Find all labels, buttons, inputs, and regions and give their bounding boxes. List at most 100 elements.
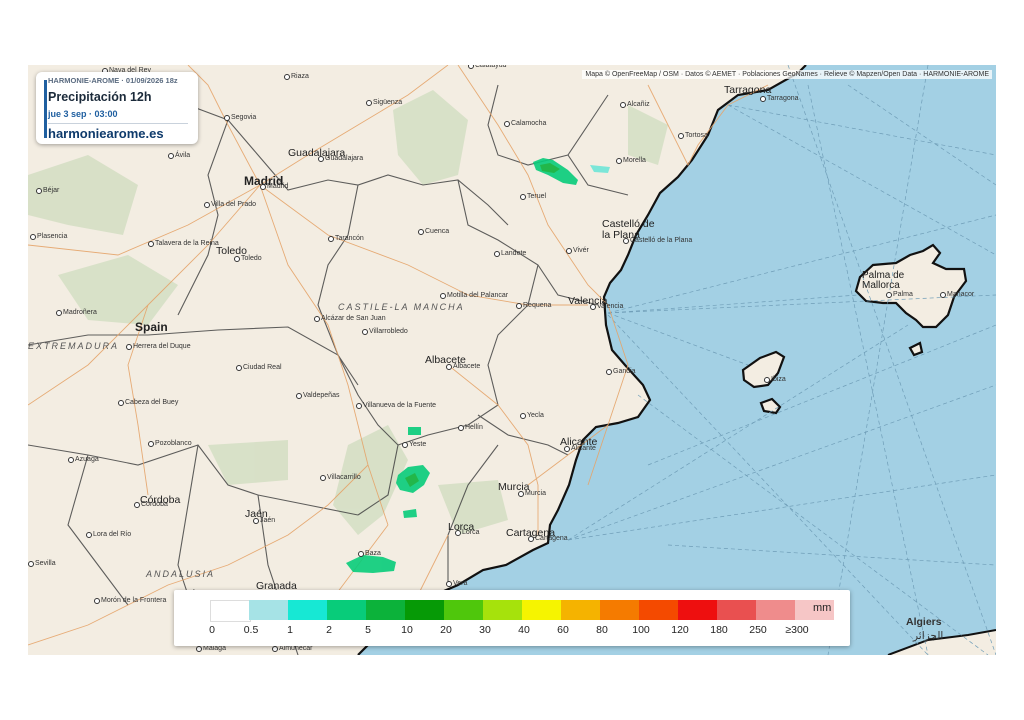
model-run: HARMONIE-AROME · 01/09/2026 18z <box>48 76 178 85</box>
town-label: Herrera del Duque <box>133 343 191 350</box>
town-label: Requena <box>523 302 552 309</box>
town-label: Toledo <box>241 255 262 262</box>
town-label: Lorca <box>462 529 480 536</box>
town-marker <box>518 491 524 497</box>
label-spain: Spain <box>135 320 168 334</box>
legend-tick-label: 10 <box>401 624 413 636</box>
town-marker <box>234 256 240 262</box>
legend-tick-label: 0.5 <box>243 624 259 636</box>
town-marker <box>236 365 242 371</box>
town-label: Tarragona <box>767 95 799 102</box>
town-label: Alcañiz <box>627 101 650 108</box>
town-marker <box>446 364 452 370</box>
legend-unit: mm <box>813 602 832 614</box>
town-marker <box>606 369 612 375</box>
town-marker <box>28 561 34 567</box>
legend-tick-label: 5 <box>365 624 371 636</box>
town-label: Málaga <box>203 645 226 652</box>
legend-swatch <box>561 600 600 620</box>
town-label: Hellín <box>465 424 483 431</box>
legend-swatch <box>600 600 639 620</box>
town-label: Azuaga <box>75 456 99 463</box>
town-label: Morón de la Frontera <box>101 597 167 604</box>
town-label: Tarancón <box>335 235 364 242</box>
town-label: Calatayud <box>475 65 507 69</box>
town-marker <box>520 413 526 419</box>
legend-swatch <box>210 600 251 622</box>
card-accent-bar <box>44 80 47 138</box>
legend-tick-label: 80 <box>596 624 608 636</box>
town-marker <box>623 238 629 244</box>
legend-swatch <box>444 600 483 620</box>
legend-tick-label: 60 <box>557 624 569 636</box>
town-label: Baza <box>365 550 381 557</box>
town-label: Ciudad Real <box>243 364 282 371</box>
town-label: Villacarrillo <box>327 474 361 481</box>
legend-tick-label: 120 <box>671 624 689 636</box>
legend-tick-label: 40 <box>518 624 530 636</box>
legend-tick-label: 1 <box>287 624 293 636</box>
town-label: Castelló de la Plana <box>630 237 693 244</box>
legend-tick-label: 250 <box>749 624 767 636</box>
region-castile: CASTILE-LA MANCHA <box>338 302 465 312</box>
town-marker <box>418 229 424 235</box>
town-label: Cabeza del Buey <box>125 399 179 406</box>
town-marker <box>564 446 570 452</box>
town-label: Calamocha <box>511 120 547 127</box>
town-label: Valdepeñas <box>303 392 340 399</box>
town-label: Tortosa <box>685 132 708 139</box>
label-algiers-arabic: الجزائر <box>913 630 944 642</box>
town-label: Vera <box>453 580 468 587</box>
town-label: Villanueva de la Fuente <box>363 402 437 409</box>
town-marker <box>764 377 770 383</box>
town-label: Vivér <box>573 247 589 254</box>
town-label: Alcázar de San Juan <box>321 315 386 322</box>
town-label: Morella <box>623 157 646 164</box>
town-marker <box>260 184 266 190</box>
town-marker <box>566 248 572 254</box>
site-name[interactable]: harmoniearome.es <box>48 126 164 141</box>
town-marker <box>148 241 154 247</box>
precipitation-legend: 0 0.5 1 2 5 10 20 30 40 60 80 100 120 180 250 ≥300 mm <box>174 590 850 646</box>
town-label: Ávila <box>175 152 191 159</box>
town-marker <box>320 475 326 481</box>
town-label: Plasencia <box>37 233 68 240</box>
legend-swatch <box>678 600 717 620</box>
town-label: Palma <box>893 291 913 298</box>
town-label: Talavera de la Reina <box>155 240 219 247</box>
town-label: Manacor <box>947 291 975 298</box>
map-canvas[interactable]: Madrid Spain Valencia Albacete Murcia Al… <box>28 65 996 655</box>
town-label: Murcia <box>525 490 547 497</box>
region-andalusia: ANDALUSIA <box>146 569 216 579</box>
town-marker <box>86 532 92 538</box>
legend-swatch <box>288 600 327 620</box>
town-marker <box>516 303 522 309</box>
town-marker <box>314 316 320 322</box>
town-marker <box>224 115 230 121</box>
town-marker <box>362 329 368 335</box>
town-label: Yeste <box>409 441 427 448</box>
town-marker <box>56 310 62 316</box>
town-marker <box>134 502 140 508</box>
town-marker <box>520 194 526 200</box>
town-label: Madrid <box>267 183 289 190</box>
town-marker <box>616 158 622 164</box>
legend-swatch <box>405 600 444 620</box>
label-algiers: Algiers <box>906 616 942 628</box>
legend-swatch <box>327 600 366 620</box>
town-marker <box>168 153 174 159</box>
town-label: Alicante <box>571 445 596 452</box>
town-marker <box>678 133 684 139</box>
town-label: Lora del Río <box>93 531 132 538</box>
legend-swatch <box>483 600 522 620</box>
town-label: Motilla del Palancar <box>447 292 509 299</box>
town-marker <box>36 188 42 194</box>
town-marker <box>886 292 892 298</box>
town-marker <box>504 121 510 127</box>
town-marker <box>94 598 100 604</box>
legend-swatch <box>756 600 795 620</box>
legend-tick-label: 100 <box>632 624 650 636</box>
town-label: Cartagena <box>535 535 568 542</box>
legend-tick-label: 180 <box>710 624 728 636</box>
town-label: Madroñera <box>63 309 97 316</box>
